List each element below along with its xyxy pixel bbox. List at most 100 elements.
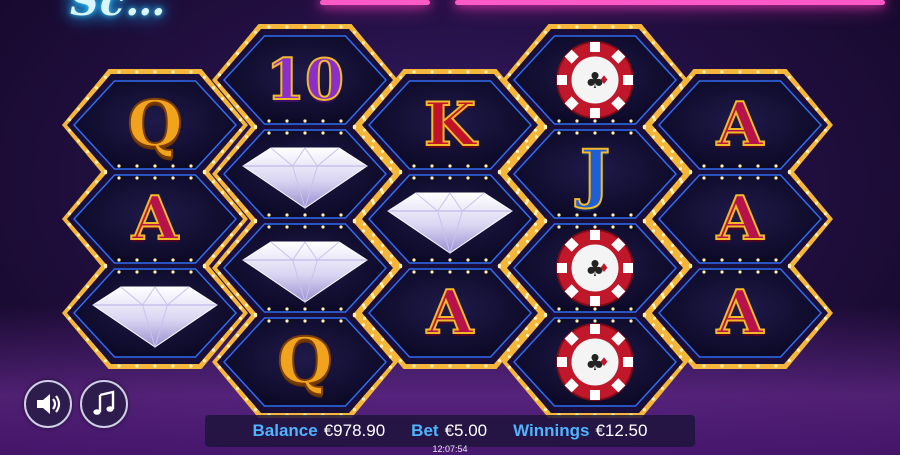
- marquee-light: [787, 263, 792, 267]
- marquee-light: [661, 107, 666, 111]
- marquee-light: [238, 118, 243, 122]
- marquee-light: [484, 164, 488, 168]
- marquee-light: [85, 243, 90, 248]
- marquee-light: [466, 176, 470, 180]
- marquee-light: [94, 86, 99, 90]
- marquee-light: [533, 128, 538, 132]
- marquee-light: [85, 96, 90, 101]
- marquee-light: [506, 348, 511, 352]
- marquee-light: [253, 30, 258, 34]
- marquee-light: [543, 218, 548, 222]
- marquee-light: [67, 118, 72, 122]
- marquee-light: [379, 344, 384, 348]
- marquee-light: [575, 119, 579, 123]
- marquee-light: [352, 124, 357, 128]
- marquee-light: [229, 295, 234, 299]
- speaker-icon: [37, 394, 61, 414]
- marquee-light: [557, 25, 561, 29]
- marquee-light: [135, 364, 139, 368]
- marquee-light: [229, 201, 234, 205]
- marquee-light: [543, 124, 548, 128]
- marquee-light: [823, 316, 828, 320]
- marquee-light: [524, 233, 529, 237]
- marquee-light: [557, 131, 561, 135]
- marquee-light: [217, 83, 222, 87]
- sound-button[interactable]: [24, 380, 72, 428]
- marquee-light: [669, 376, 674, 380]
- marquee-light: [76, 295, 81, 299]
- marquee-light: [362, 118, 367, 122]
- marquee-light: [652, 316, 657, 320]
- svg-text:♦: ♦: [599, 261, 610, 275]
- marquee-light: [575, 225, 579, 229]
- marquee-light: [678, 355, 683, 359]
- marquee-light: [371, 139, 376, 143]
- marquee-light: [229, 139, 234, 143]
- symbol-a: A: [426, 278, 475, 348]
- marquee-light: [506, 160, 511, 164]
- marquee-light: [303, 225, 307, 229]
- marquee-light: [652, 128, 657, 132]
- marquee-light: [211, 160, 216, 164]
- marquee-light: [171, 364, 175, 368]
- marquee-light: [217, 177, 222, 181]
- marquee-light: [448, 258, 452, 262]
- marquee-light: [103, 169, 108, 173]
- marquee-light: [651, 135, 656, 139]
- marquee-light: [652, 306, 657, 310]
- marquee-light: [611, 119, 615, 123]
- marquee-light: [371, 327, 376, 331]
- marquee-light: [285, 131, 289, 135]
- marquee-light: [135, 270, 139, 274]
- marquee-light: [226, 188, 231, 192]
- marquee-light: [679, 274, 684, 278]
- marquee-light: [593, 213, 597, 217]
- marquee-light: [484, 70, 488, 74]
- marquee-light: [171, 70, 175, 74]
- marquee-light: [361, 397, 366, 401]
- bet-display[interactable]: Bet €5.00: [411, 421, 487, 441]
- marquee-light: [678, 73, 683, 77]
- marquee-light: [651, 323, 656, 327]
- marquee-light: [303, 319, 307, 323]
- marquee-light: [814, 295, 819, 299]
- marquee-light: [466, 70, 470, 74]
- marquee-light: [611, 319, 615, 323]
- marquee-light: [189, 176, 193, 180]
- marquee-light: [430, 70, 434, 74]
- marquee-light: [575, 213, 579, 217]
- marquee-light: [448, 70, 452, 74]
- marquee-light: [823, 118, 828, 122]
- marquee-light: [484, 364, 488, 368]
- marquee-light: [738, 164, 742, 168]
- marquee-light: [117, 176, 121, 180]
- svg-text:♦: ♦: [599, 73, 610, 87]
- balance-display: Balance €978.90: [253, 421, 386, 441]
- marquee-light: [189, 258, 193, 262]
- marquee-light: [593, 225, 597, 229]
- marquee-light: [371, 233, 376, 237]
- marquee-light: [285, 225, 289, 229]
- marquee-light: [497, 169, 502, 173]
- marquee-light: [688, 169, 693, 173]
- marquee-light: [642, 408, 647, 412]
- marquee-light: [303, 119, 307, 123]
- marquee-light: [515, 149, 520, 154]
- marquee-light: [67, 316, 72, 320]
- marquee-light: [303, 307, 307, 311]
- marquee-light: [557, 119, 561, 123]
- marquee-light: [448, 270, 452, 274]
- marquee-light: [267, 25, 271, 29]
- marquee-light: [466, 270, 470, 274]
- marquee-light: [370, 333, 375, 338]
- marquee-light: [235, 104, 240, 109]
- marquee-light: [466, 164, 470, 168]
- marquee-light: [76, 233, 81, 237]
- marquee-light: [202, 75, 207, 79]
- marquee-light: [507, 365, 512, 369]
- marquee-light: [660, 145, 665, 150]
- symbol-q: Q: [126, 87, 184, 162]
- music-button[interactable]: [80, 380, 128, 428]
- marquee-light: [430, 364, 434, 368]
- marquee-light: [679, 86, 684, 90]
